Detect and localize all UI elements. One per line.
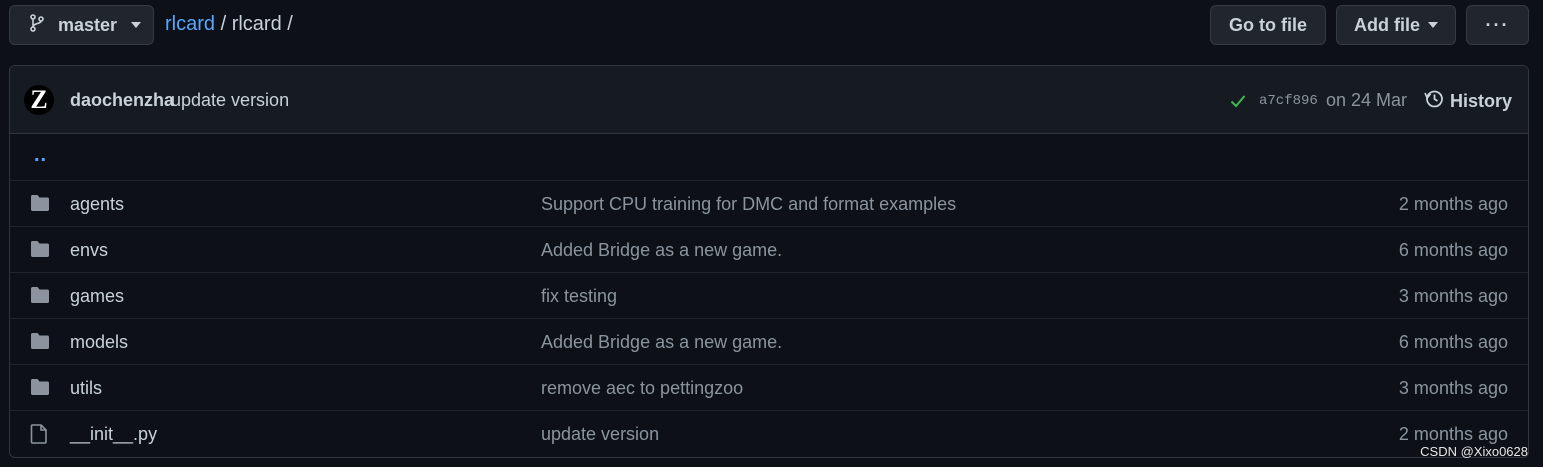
folder-icon: [30, 332, 50, 355]
commit-message-link[interactable]: update version: [171, 90, 289, 111]
file-row[interactable]: utils remove aec to pettingzoo 3 months …: [10, 364, 1528, 410]
chevron-down-icon: [131, 22, 142, 28]
chevron-down-icon: [1428, 22, 1438, 28]
parent-directory-row[interactable]: ..: [10, 134, 1528, 180]
file-last-updated: 3 months ago: [1398, 286, 1508, 306]
file-row[interactable]: models Added Bridge as a new game. 6 mon…: [10, 318, 1528, 364]
file-last-updated: 6 months ago: [1398, 332, 1508, 352]
branch-select-button[interactable]: master: [9, 5, 154, 45]
history-label: History: [1450, 91, 1513, 111]
file-name-link[interactable]: agents: [70, 194, 124, 215]
avatar[interactable]: Z: [24, 85, 54, 115]
file-last-updated: 2 months ago: [1398, 424, 1508, 444]
breadcrumb-separator: /: [281, 13, 293, 35]
file-last-updated: 3 months ago: [1398, 378, 1508, 398]
file-name-link[interactable]: __init__.py: [70, 424, 157, 445]
breadcrumb-repo-link[interactable]: rlcard: [165, 13, 215, 35]
file-last-updated: 2 months ago: [1398, 194, 1508, 214]
commit-sha-link[interactable]: a7cf896: [1259, 93, 1318, 109]
file-row[interactable]: games fix testing 3 months ago: [10, 272, 1528, 318]
file-commit-message-link[interactable]: remove aec to pettingzoo: [541, 378, 743, 399]
folder-icon: [30, 240, 50, 263]
parent-directory-link[interactable]: ..: [34, 144, 47, 167]
repo-toolbar: master rlcard / rlcard / Go to file Add …: [0, 0, 1543, 52]
commit-date: on 24 Mar: [1326, 90, 1408, 110]
file-row[interactable]: agents Support CPU training for DMC and …: [10, 180, 1528, 226]
go-to-file-button[interactable]: Go to file: [1210, 5, 1326, 45]
go-to-file-label: Go to file: [1229, 14, 1307, 35]
avatar-letter: Z: [30, 85, 48, 114]
check-icon[interactable]: [1230, 92, 1246, 113]
file-name-link[interactable]: envs: [70, 240, 108, 261]
history-icon: [1424, 89, 1444, 114]
breadcrumb-separator: /: [215, 13, 232, 35]
file-browser: Z daochenzha update version a7cf896 on 2…: [9, 65, 1529, 458]
add-file-button[interactable]: Add file: [1336, 5, 1456, 45]
file-commit-message-link[interactable]: Added Bridge as a new game.: [541, 240, 782, 261]
watermark: CSDN @Xixo0628: [1420, 444, 1528, 459]
file-name-link[interactable]: utils: [70, 378, 102, 399]
file-commit-message-link[interactable]: update version: [541, 424, 659, 445]
file-commit-message-link[interactable]: Support CPU training for DMC and format …: [541, 194, 956, 215]
kebab-icon: ···: [1485, 14, 1510, 35]
folder-icon: [30, 378, 50, 401]
breadcrumb-current-folder: rlcard: [231, 13, 282, 35]
file-commit-message-link[interactable]: fix testing: [541, 286, 617, 307]
folder-icon: [30, 286, 50, 309]
folder-icon: [30, 194, 50, 217]
file-last-updated: 6 months ago: [1398, 240, 1508, 260]
file-name-link[interactable]: games: [70, 286, 124, 307]
file-row[interactable]: envs Added Bridge as a new game. 6 month…: [10, 226, 1528, 272]
file-icon: [30, 424, 48, 449]
more-options-button[interactable]: ···: [1466, 5, 1529, 45]
file-row[interactable]: __init__.py update version 2 months ago: [10, 410, 1528, 456]
branch-name: master: [58, 14, 118, 35]
file-name-link[interactable]: models: [70, 332, 128, 353]
git-branch-icon: [30, 13, 44, 37]
history-link[interactable]: History: [1424, 89, 1512, 114]
add-file-label: Add file: [1354, 14, 1420, 35]
commit-author-link[interactable]: daochenzha: [70, 90, 174, 111]
breadcrumb: rlcard / rlcard /: [165, 13, 293, 36]
file-commit-message-link[interactable]: Added Bridge as a new game.: [541, 332, 782, 353]
latest-commit-bar: Z daochenzha update version a7cf896 on 2…: [10, 66, 1528, 134]
